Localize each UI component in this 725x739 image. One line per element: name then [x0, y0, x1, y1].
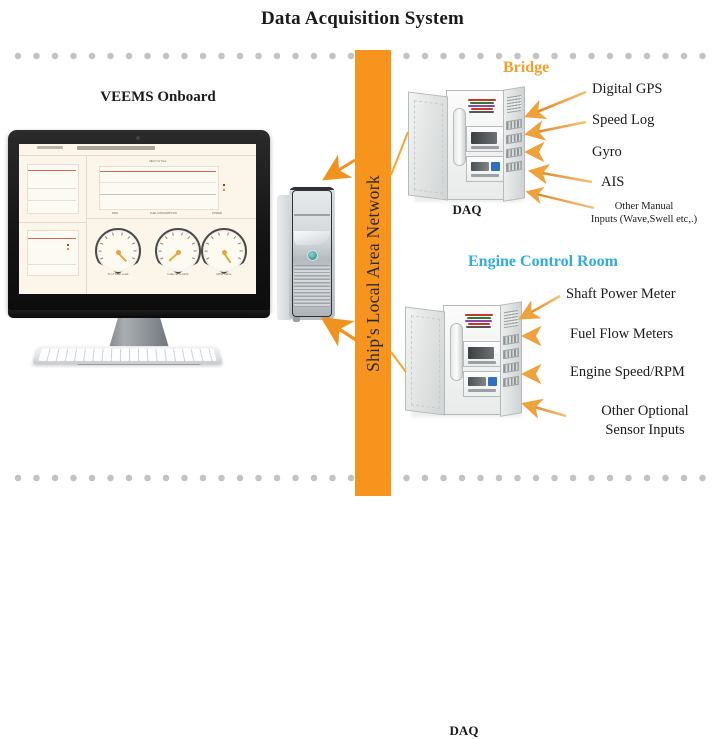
- arrow-shaft-power-meter: [518, 294, 561, 320]
- daq-label-ecr: DAQ: [449, 723, 479, 738]
- diagram-canvas: Data Acquisition System Ship's Local Are…: [0, 0, 725, 738]
- arrow-other-optional-sensor-inputs: [521, 398, 567, 419]
- arrow-other-manual-inputs: [525, 186, 595, 210]
- arrows-overlay: [320, 90, 595, 419]
- arrow-digital-gps: [524, 90, 587, 119]
- arrow-lan-to-tower: [320, 317, 357, 347]
- arrow-ais: [527, 163, 593, 185]
- arrow-lan-to-monitor: [322, 154, 356, 181]
- arrow-speed-log: [523, 120, 587, 141]
- connector-lan-to-daq-ecr: [390, 351, 407, 373]
- connector-lan-to-daq-bridge: [390, 131, 409, 176]
